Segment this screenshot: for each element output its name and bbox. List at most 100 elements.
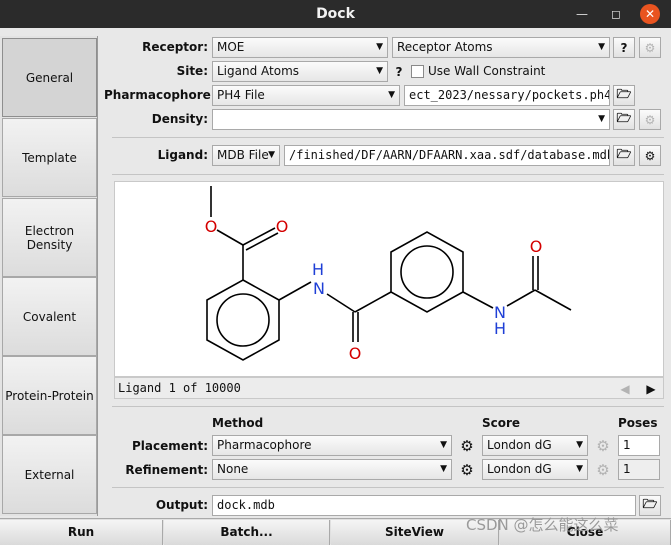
site-help-button[interactable]: ? <box>390 61 408 82</box>
maximize-icon[interactable]: ◻ <box>606 4 626 24</box>
atom-label-oxygen: O <box>276 217 289 236</box>
folder-icon: 🗁 <box>616 87 632 101</box>
refinement-score-select[interactable]: London dG ▼ <box>482 459 588 480</box>
receptor-atoms-value: Receptor Atoms <box>397 40 493 54</box>
receptor-value: MOE <box>217 40 245 54</box>
use-wall-constraint-label: Use Wall Constraint <box>428 64 546 78</box>
atom-label-hydrogen: H <box>494 319 506 338</box>
aromatic-circle <box>216 293 270 347</box>
pharmacophore-label: Pharmacophore: <box>104 88 216 102</box>
bond-line <box>462 291 494 309</box>
refinement-score-settings-button[interactable]: ⚙ <box>592 459 614 480</box>
ligand-source-select[interactable]: MDB File ▼ <box>212 145 280 166</box>
dropdown-arrow-icon: ▼ <box>376 42 383 52</box>
placement-score-settings-button[interactable]: ⚙ <box>592 435 614 456</box>
score-header: Score <box>482 416 521 430</box>
folder-icon: 🗁 <box>642 497 658 511</box>
folder-icon: 🗁 <box>616 147 632 161</box>
output-input[interactable]: dock.mdb <box>212 495 636 516</box>
refinement-score-value: London dG <box>487 462 552 476</box>
bond-line <box>216 229 244 246</box>
density-settings-button[interactable]: ⚙ <box>639 109 661 130</box>
bond-line <box>278 281 312 301</box>
previous-ligand-button[interactable]: ◀ <box>614 378 636 399</box>
tab-label: General <box>25 70 74 85</box>
placement-method-select[interactable]: Pharmacophore ▼ <box>212 435 452 456</box>
next-ligand-button[interactable]: ▶ <box>640 378 662 399</box>
molecule-drawing: O O H N O N H O <box>205 186 572 363</box>
bond-line <box>534 289 572 311</box>
density-open-button[interactable]: 🗁 <box>613 109 635 130</box>
bond-line <box>506 289 536 307</box>
tab-external[interactable]: External <box>2 435 97 514</box>
dropdown-arrow-icon: ▼ <box>598 42 605 52</box>
placement-score-select[interactable]: London dG ▼ <box>482 435 588 456</box>
pharmacophore-path-input[interactable]: ect_2023/nessary/pockets.ph4 <box>404 85 610 106</box>
placement-score-value: London dG <box>487 438 552 452</box>
site-value: Ligand Atoms <box>217 64 300 78</box>
folder-icon: 🗁 <box>616 111 632 125</box>
atom-label-oxygen: O <box>205 217 218 236</box>
ligand-path-input[interactable]: /finished/DF/AARN/DFAARN.xaa.sdf/databas… <box>284 145 610 166</box>
receptor-help-button[interactable]: ? <box>613 37 635 58</box>
divider <box>112 137 664 138</box>
receptor-label: Receptor: <box>142 40 208 54</box>
receptor-settings-button[interactable]: ⚙ <box>639 37 661 58</box>
dropdown-arrow-icon: ▼ <box>388 90 395 100</box>
poses-header: Poses <box>618 416 658 430</box>
pharmacophore-open-button[interactable]: 🗁 <box>613 85 635 106</box>
divider <box>112 174 664 175</box>
pharmacophore-select[interactable]: PH4 File ▼ <box>212 85 400 106</box>
placement-poses-input[interactable]: 1 <box>618 435 660 456</box>
close-icon[interactable]: ✕ <box>640 4 660 24</box>
dropdown-arrow-icon: ▼ <box>576 464 583 474</box>
output-open-button[interactable]: 🗁 <box>639 495 661 516</box>
gear-icon: ⚙ <box>644 112 656 127</box>
ligand-open-button[interactable]: 🗁 <box>613 145 635 166</box>
receptor-select[interactable]: MOE ▼ <box>212 37 388 58</box>
tab-covalent[interactable]: Covalent <box>2 277 97 356</box>
receptor-atoms-select[interactable]: Receptor Atoms ▼ <box>392 37 610 58</box>
tab-label: Template <box>22 150 77 165</box>
refinement-method-select[interactable]: None ▼ <box>212 459 452 480</box>
gear-icon: ⚙ <box>596 436 610 455</box>
tab-label: Protein-Protein <box>5 388 94 403</box>
refinement-poses-input[interactable]: 1 <box>618 459 660 480</box>
dropdown-arrow-icon: ▼ <box>576 440 583 450</box>
gear-icon: ⚙ <box>644 40 656 55</box>
gear-icon: ⚙ <box>644 148 656 163</box>
output-value: dock.mdb <box>217 498 275 512</box>
method-header: Method <box>212 416 264 430</box>
minimize-icon[interactable]: — <box>572 4 592 24</box>
aromatic-circle <box>400 245 454 299</box>
tab-electron-density[interactable]: Electron Density <box>2 198 97 277</box>
ligand-structure-view[interactable]: O O H N O N H O <box>114 181 664 377</box>
run-button[interactable]: Run <box>0 520 163 545</box>
title-bar: Dock — ◻ ✕ <box>0 0 671 28</box>
site-select[interactable]: Ligand Atoms ▼ <box>212 61 388 82</box>
tab-template[interactable]: Template <box>2 118 97 197</box>
help-icon: ? <box>620 40 628 55</box>
site-label: Site: <box>176 64 208 78</box>
bond-line <box>354 291 392 313</box>
tab-protein-protein[interactable]: Protein-Protein <box>2 356 97 435</box>
tab-general[interactable]: General <box>2 38 97 117</box>
output-label: Output: <box>155 498 208 512</box>
triangle-left-icon: ◀ <box>620 381 630 396</box>
dropdown-arrow-icon: ▼ <box>440 440 447 450</box>
use-wall-constraint-checkbox[interactable] <box>411 65 424 78</box>
refinement-settings-button[interactable]: ⚙ <box>456 459 478 480</box>
atom-label-hydrogen: H <box>312 260 324 279</box>
atom-label-oxygen: O <box>349 344 362 363</box>
dropdown-arrow-icon: ▼ <box>376 66 383 76</box>
atom-label-oxygen: O <box>530 237 543 256</box>
batch-button[interactable]: Batch... <box>164 520 330 545</box>
ligand-path: /finished/DF/AARN/DFAARN.xaa.sdf/databas… <box>289 148 610 162</box>
watermark: CSDN @怎么能这么菜 <box>466 516 619 534</box>
placement-settings-button[interactable]: ⚙ <box>456 435 478 456</box>
density-label: Density: <box>151 112 208 126</box>
main-panel: Receptor: MOE ▼ Receptor Atoms ▼ ? ⚙ Site:… <box>104 36 671 516</box>
gear-icon: ⚙ <box>460 436 474 455</box>
density-select[interactable]: ▼ <box>212 109 610 130</box>
ligand-settings-button[interactable]: ⚙ <box>639 145 661 166</box>
